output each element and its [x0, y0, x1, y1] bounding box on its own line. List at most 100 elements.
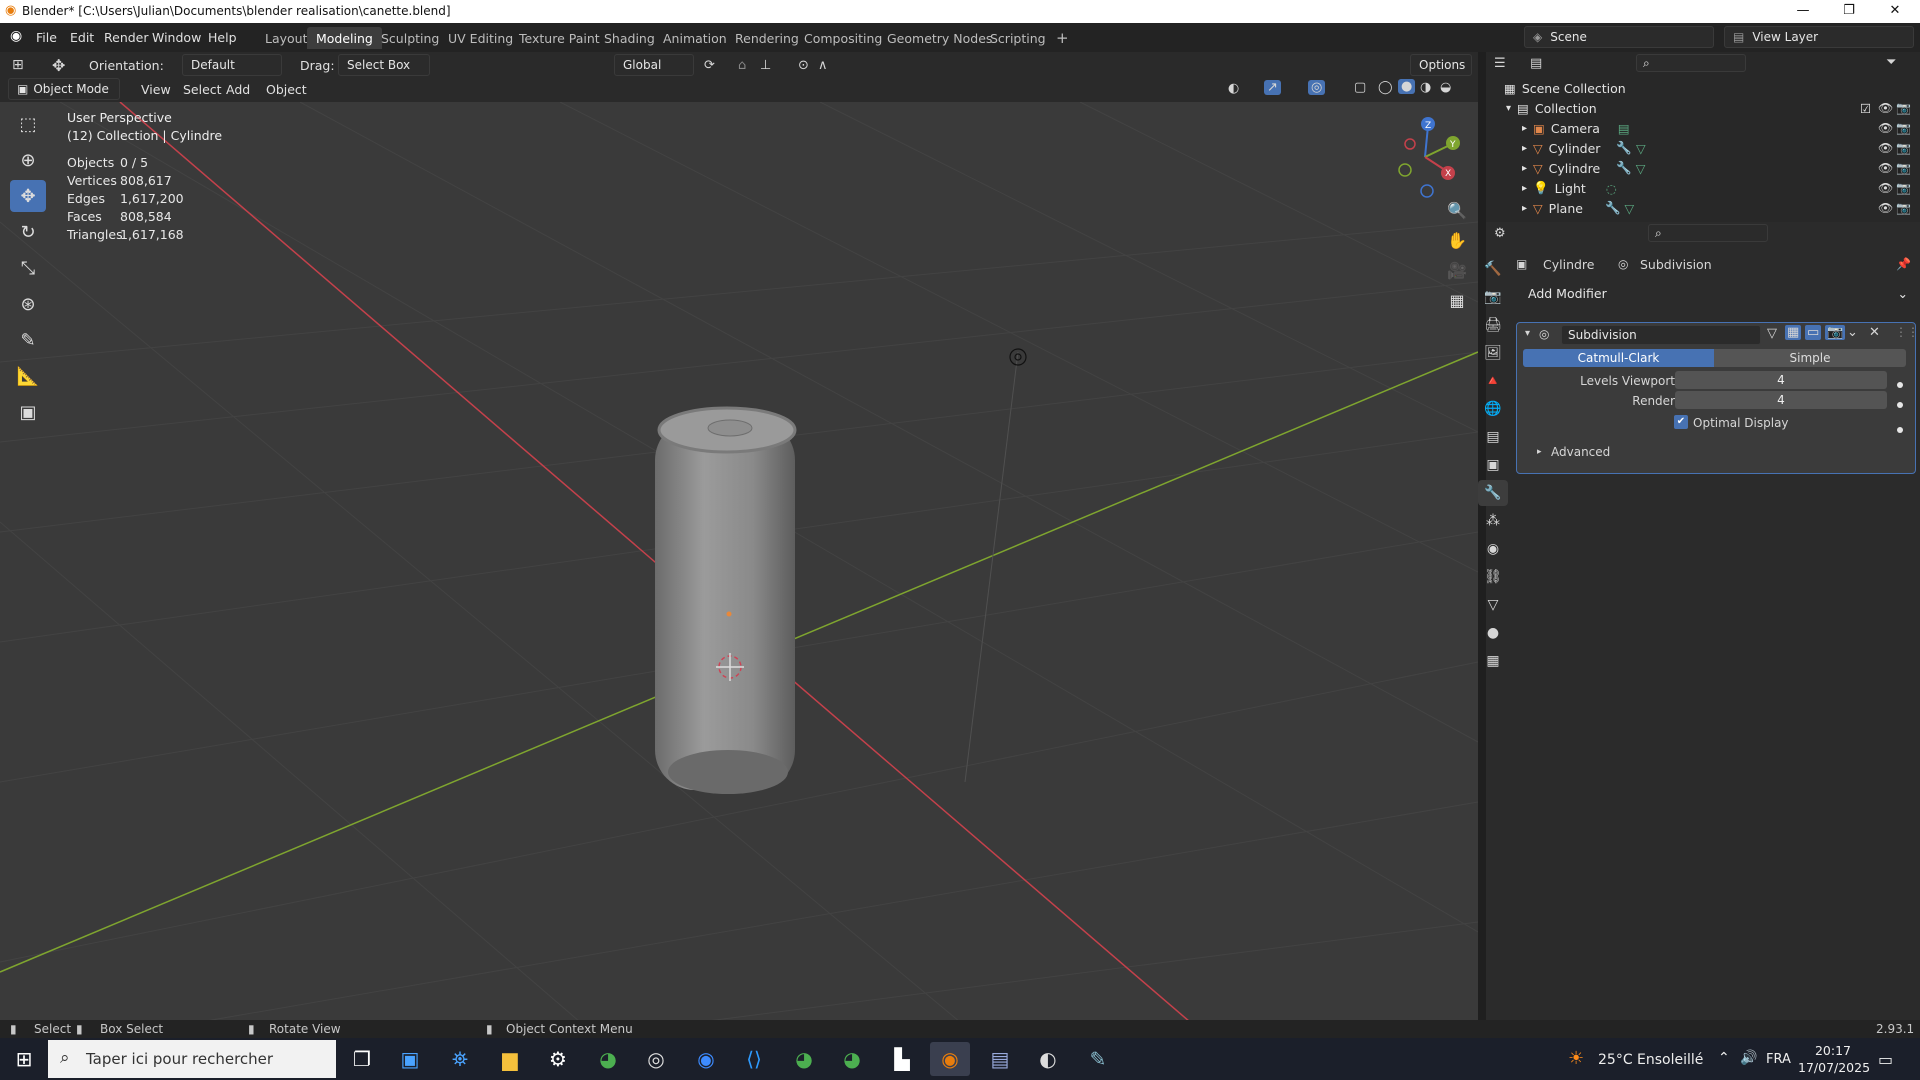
outliner-editor-icon[interactable]: ☰	[1494, 56, 1506, 71]
render-toggle-icon[interactable]: 📷	[1825, 325, 1846, 340]
add-modifier-dropdown[interactable]: Add Modifier ⌄	[1520, 282, 1916, 304]
rendered-shading-icon[interactable]: ◒	[1440, 80, 1451, 95]
solid-shading-icon[interactable]: ●	[1398, 79, 1416, 94]
3d-viewport[interactable]: ⬚ ⊕ ✥ ↻ ⤡ ⊛ ✎ 📐 ▣ User Perspective (12) …	[0, 102, 1478, 1022]
collection-row[interactable]: ▾ ▤ Collection ☑ 👁 📷	[1486, 98, 1920, 118]
render-camera-icon[interactable]: 📷	[1896, 161, 1911, 175]
orientation-dropdown[interactable]: Default	[182, 54, 282, 76]
scene-collection-row[interactable]: ▦ Scene Collection	[1486, 78, 1920, 98]
render-camera-icon[interactable]: 📷	[1896, 201, 1911, 215]
visibility-eye-icon[interactable]: 👁	[1878, 161, 1893, 175]
advanced-subpanel-label[interactable]: Advanced	[1551, 445, 1610, 459]
drag-handle-icon[interactable]: ⋮⋮	[1895, 325, 1919, 339]
expand-arrow-icon[interactable]: ▸	[1537, 447, 1542, 457]
chrome-icon[interactable]: ◕	[588, 1042, 628, 1076]
menu-edit[interactable]: Edit	[64, 28, 100, 47]
collection-tab-icon[interactable]: ▤	[1478, 424, 1508, 450]
expand-arrow-icon[interactable]: ▸	[1522, 183, 1527, 194]
output-tab-icon[interactable]: 🖨	[1478, 312, 1508, 338]
app-racing-icon[interactable]: ◐	[1028, 1042, 1068, 1076]
render-levels-field[interactable]: 4	[1675, 391, 1887, 409]
pan-hand-icon[interactable]: ✋	[1444, 226, 1470, 256]
tab-modeling[interactable]: Modeling	[307, 27, 382, 49]
snap-icon[interactable]: ⌂	[738, 58, 746, 73]
constraints-tab-icon[interactable]: ⛓	[1478, 564, 1508, 590]
file-explorer-icon[interactable]: ▆	[490, 1042, 530, 1076]
editor-type-icon[interactable]: ⊞	[12, 57, 24, 73]
scene-selector[interactable]: ◈ Scene	[1524, 26, 1714, 48]
task-view-icon[interactable]: ❐	[342, 1042, 382, 1076]
close-icon[interactable]: ✕	[1869, 325, 1880, 340]
pin-icon[interactable]: 📌	[1896, 257, 1911, 271]
outliner-search-input[interactable]: ⌕	[1636, 54, 1746, 72]
modifier-name-input[interactable]: Subdivision	[1561, 325, 1761, 345]
tab-texture-paint[interactable]: Texture Paint	[510, 27, 609, 49]
outliner-item-cylinder[interactable]: ▸ ▽ Cylinder 🔧 ▽ 👁 📷	[1486, 138, 1920, 158]
navigation-gizmo[interactable]: Z Y X	[1380, 112, 1470, 202]
app-store-icon[interactable]: ▣	[390, 1042, 430, 1076]
menu-object[interactable]: Object	[260, 80, 313, 99]
app-blue-icon[interactable]: ◉	[686, 1042, 726, 1076]
collapse-arrow-icon[interactable]: ▾	[1525, 328, 1530, 339]
add-workspace-icon[interactable]: +	[1047, 27, 1078, 49]
menu-view[interactable]: View	[135, 80, 177, 99]
outliner-item-light[interactable]: ▸ 💡 Light ◌ 👁 📷	[1486, 178, 1920, 198]
zoom-icon[interactable]: 🔍	[1444, 196, 1470, 226]
object-tab-icon[interactable]: ▣	[1478, 452, 1508, 478]
render-camera-icon[interactable]: 📷	[1896, 181, 1911, 195]
properties-search-input[interactable]: ⌕	[1648, 224, 1768, 242]
visibility-eye-icon[interactable]: 👁	[1878, 201, 1893, 215]
falloff-icon[interactable]: ∧	[818, 58, 828, 73]
transform-orientation-dropdown[interactable]: Global	[614, 54, 694, 76]
viewport-display-toggle-icon[interactable]: ▭	[1805, 325, 1822, 340]
weather-text[interactable]: 25°C Ensoleillé	[1598, 1052, 1703, 1068]
expand-arrow-icon[interactable]: ▾	[1506, 103, 1511, 114]
particles-tab-icon[interactable]: ⁂	[1478, 508, 1508, 534]
camera-view-icon[interactable]: 🎥	[1444, 256, 1470, 286]
blender-menu-icon[interactable]: ◉	[10, 28, 22, 44]
view-layer-tab-icon[interactable]: 🖼	[1478, 340, 1508, 366]
visibility-eye-icon[interactable]: 👁	[1878, 181, 1893, 195]
language-indicator[interactable]: FRA	[1766, 1052, 1791, 1067]
notifications-icon[interactable]: ▭	[1878, 1050, 1893, 1069]
keyframe-dot-icon[interactable]	[1897, 418, 1903, 437]
gizmo-toggle-icon[interactable]: ↗	[1264, 80, 1281, 95]
taskbar-search-input[interactable]: ⌕ Taper ici pour rechercher	[48, 1040, 336, 1078]
vscode-icon[interactable]: ⟨⟩	[734, 1042, 774, 1076]
tab-sculpting[interactable]: Sculpting	[372, 27, 448, 49]
outliner-item-plane[interactable]: ▸ ▽ Plane 🔧 ▽ 👁 📷	[1486, 198, 1920, 218]
render-camera-icon[interactable]: 📷	[1896, 141, 1911, 155]
pivot-point-icon[interactable]: ⟳	[704, 58, 715, 73]
expand-arrow-icon[interactable]: ▸	[1522, 203, 1527, 214]
keyframe-dot-icon[interactable]	[1897, 393, 1903, 412]
proportional-edit-icon[interactable]: ⊙	[798, 58, 809, 73]
close-button[interactable]: ✕	[1872, 0, 1918, 23]
expand-arrow-icon[interactable]: ▸	[1522, 123, 1527, 134]
scene-tab-icon[interactable]: 🔺	[1478, 368, 1508, 394]
levels-viewport-field[interactable]: 4	[1675, 371, 1887, 389]
chrome-profile-icon[interactable]: ◕	[784, 1042, 824, 1076]
drag-dropdown[interactable]: Select Box	[338, 54, 430, 76]
chevron-down-icon[interactable]: ⌄	[1847, 325, 1858, 340]
cursor-tool-icon[interactable]: ⊕	[10, 144, 46, 176]
xray-toggle-icon[interactable]: ▢	[1354, 80, 1366, 95]
tab-animation[interactable]: Animation	[654, 27, 736, 49]
volume-icon[interactable]: 🔊	[1740, 1050, 1757, 1066]
simple-button[interactable]: Simple	[1714, 349, 1906, 367]
modifier-tab-icon[interactable]: 🔧	[1478, 480, 1508, 506]
paint-icon[interactable]: ✎	[1078, 1042, 1118, 1076]
network-app-icon[interactable]: ⛯	[440, 1042, 480, 1076]
visibility-eye-icon[interactable]: 👁	[1878, 141, 1893, 155]
chrome-profile-2-icon[interactable]: ◕	[832, 1042, 872, 1076]
minimize-button[interactable]: —	[1780, 0, 1826, 23]
render-camera-icon[interactable]: 📷	[1896, 101, 1911, 115]
steam-icon[interactable]: ◎	[636, 1042, 676, 1076]
overlay-toggle-icon[interactable]: ◎	[1308, 80, 1326, 95]
menu-help[interactable]: Help	[202, 28, 243, 47]
render-tab-icon[interactable]: 📷	[1478, 284, 1508, 310]
exclude-checkbox[interactable]: ☑	[1860, 101, 1871, 116]
wireframe-shading-icon[interactable]: ◯	[1378, 80, 1393, 95]
tab-scripting[interactable]: Scripting	[981, 27, 1055, 49]
epic-games-icon[interactable]: ▙	[882, 1042, 922, 1076]
visibility-eye-icon[interactable]: 👁	[1878, 101, 1893, 115]
